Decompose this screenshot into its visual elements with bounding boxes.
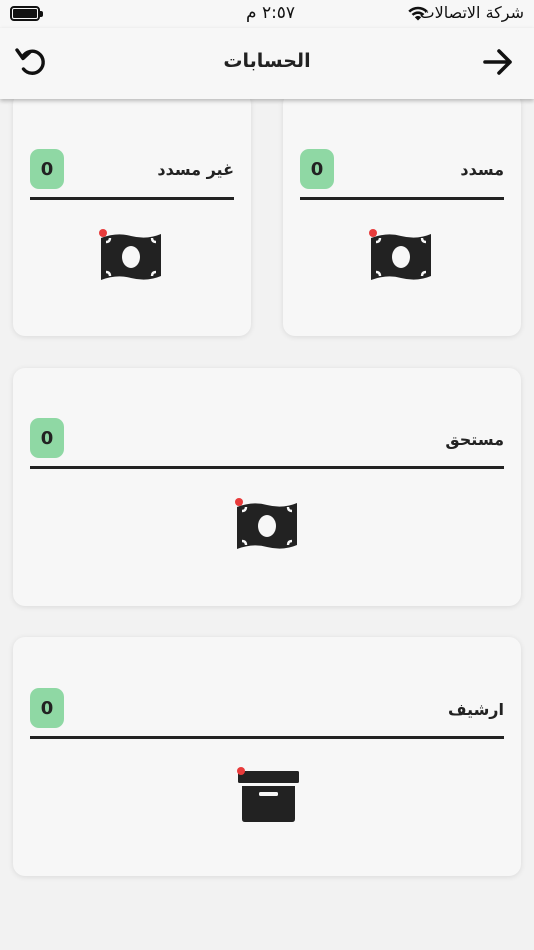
- card-title: ارشيف: [447, 700, 504, 719]
- money-bill-icon: [369, 229, 431, 280]
- navigation-bar: الحسابات: [0, 28, 534, 99]
- card-paid[interactable]: مسدد 0: [283, 92, 521, 336]
- divider: [30, 736, 504, 739]
- count-badge: 0: [30, 418, 64, 458]
- card-title: غير مسدد: [157, 160, 234, 179]
- arrow-right-icon[interactable]: [482, 46, 514, 78]
- archive-box-icon: [237, 767, 299, 822]
- count-badge: 0: [30, 688, 64, 728]
- carrier-name: شركة الاتصالات: [419, 3, 524, 22]
- divider: [30, 466, 504, 469]
- card-due[interactable]: مستحق 0: [13, 368, 521, 606]
- count-badge: 0: [30, 149, 64, 189]
- page-title: الحسابات: [223, 50, 311, 72]
- divider: [300, 197, 504, 200]
- card-archive[interactable]: ارشيف 0: [13, 637, 521, 876]
- money-bill-icon: [235, 498, 297, 549]
- card-title: مسدد: [460, 160, 504, 179]
- divider: [30, 197, 234, 200]
- status-time: ٢:٥٧ م: [246, 3, 296, 23]
- count-badge: 0: [300, 149, 334, 189]
- card-title: مستحق: [445, 430, 504, 449]
- status-bar: ٢:٥٧ م شركة الاتصالات: [0, 0, 534, 28]
- battery-full-icon: [10, 6, 43, 21]
- money-bill-icon: [99, 229, 161, 280]
- card-unpaid[interactable]: غير مسدد 0: [13, 92, 251, 336]
